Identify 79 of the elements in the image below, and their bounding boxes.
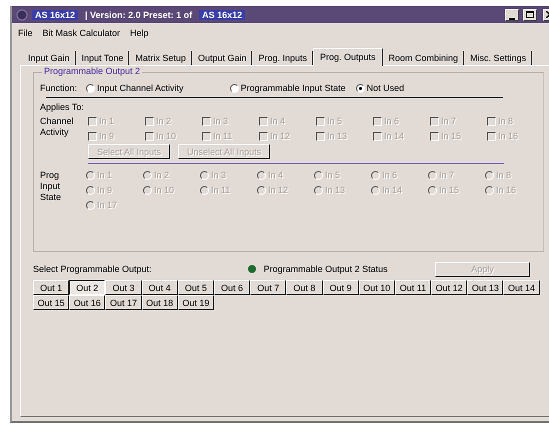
option-label: In 13 bbox=[327, 131, 348, 141]
output-button[interactable]: Out 14 bbox=[503, 280, 540, 295]
option-label: In 14 bbox=[382, 185, 402, 195]
group-title: Programmable Output 2 bbox=[42, 66, 142, 76]
option-label: In 8 bbox=[498, 116, 514, 126]
radio-button[interactable] bbox=[356, 84, 365, 92]
output-button[interactable]: Out 12 bbox=[431, 280, 468, 295]
option-label: In 10 bbox=[156, 131, 176, 141]
option-label: Programmable Input State bbox=[240, 83, 346, 93]
option-label: In 3 bbox=[211, 170, 226, 180]
output-button[interactable]: Out 9 bbox=[322, 280, 359, 295]
option-label: In 4 bbox=[268, 170, 284, 180]
option-label: In 8 bbox=[496, 170, 512, 180]
select-output-label: Select Programmable Output: bbox=[33, 264, 152, 274]
option-label: In 16 bbox=[498, 131, 518, 141]
option-label: In 4 bbox=[270, 116, 286, 126]
maximize-icon bbox=[526, 11, 534, 18]
maximize-button[interactable] bbox=[523, 8, 537, 20]
output-button[interactable]: Out 7 bbox=[250, 280, 286, 295]
option-label: Not Used bbox=[366, 83, 404, 93]
option-label: In 7 bbox=[441, 116, 456, 126]
option-label: In 12 bbox=[268, 185, 288, 195]
output-button[interactable]: Out 13 bbox=[467, 280, 504, 295]
output-button[interactable]: Out 10 bbox=[358, 280, 395, 295]
output-button[interactable]: Out 4 bbox=[142, 280, 178, 295]
option-label: In 1 bbox=[99, 116, 114, 126]
option-label: In 2 bbox=[154, 170, 170, 180]
minimize-icon bbox=[509, 16, 515, 20]
radio-button[interactable] bbox=[230, 84, 239, 92]
option-label: In 15 bbox=[441, 131, 462, 141]
option-label: In 17 bbox=[97, 200, 118, 210]
section-label: Channel Activity bbox=[40, 116, 74, 139]
window-title: AS 16x12 bbox=[32, 10, 78, 20]
option-label: In 2 bbox=[156, 116, 172, 126]
output-button[interactable]: Out 15 bbox=[33, 295, 70, 310]
option-label: In 11 bbox=[211, 185, 230, 195]
option-label: In 9 bbox=[97, 185, 112, 195]
option-label: In 15 bbox=[439, 185, 460, 195]
option-label: In 14 bbox=[384, 131, 404, 141]
window-title: | Version: 2.0 Preset: 1 of bbox=[84, 10, 194, 20]
option-label: In 3 bbox=[213, 116, 228, 126]
output-button[interactable]: Out 17 bbox=[105, 295, 142, 310]
output-button[interactable]: Out 1 bbox=[33, 280, 70, 295]
tab[interactable]: Room Combining bbox=[382, 51, 464, 65]
option-label: In 5 bbox=[327, 116, 342, 126]
tab[interactable]: Prog. Outputs bbox=[313, 48, 383, 66]
output-button[interactable]: Out 11 bbox=[394, 280, 432, 295]
option-label: In 10 bbox=[154, 185, 174, 195]
output-button[interactable]: Out 8 bbox=[286, 280, 322, 295]
menu-item[interactable]: File bbox=[18, 28, 33, 38]
tab[interactable]: Input Tone bbox=[76, 51, 130, 65]
option-label: In 16 bbox=[496, 185, 516, 195]
option-label: In 6 bbox=[382, 170, 398, 180]
status-label: Programmable Output 2 Status bbox=[264, 264, 388, 274]
radio-button[interactable] bbox=[86, 84, 95, 92]
section-label: Applies To: bbox=[40, 102, 84, 112]
option-label: In 11 bbox=[213, 131, 232, 141]
option-label: In 5 bbox=[325, 170, 340, 180]
option-label: In 12 bbox=[270, 131, 290, 141]
option-label: In 1 bbox=[97, 170, 112, 180]
output-button[interactable]: Out 18 bbox=[142, 295, 178, 310]
app-logo-icon bbox=[16, 8, 28, 20]
function-label: Function: bbox=[40, 83, 78, 93]
menu-item[interactable]: Bit Mask Calculator bbox=[42, 28, 120, 38]
output-button[interactable]: Out 5 bbox=[178, 280, 214, 295]
option-label: In 7 bbox=[439, 170, 454, 180]
output-button[interactable]: Out 16 bbox=[69, 295, 106, 310]
output-button[interactable]: Out 19 bbox=[178, 295, 214, 310]
minimize-button[interactable] bbox=[505, 8, 519, 20]
option-label: In 13 bbox=[325, 185, 346, 195]
section-label: Prog Input State bbox=[40, 170, 62, 204]
output-button[interactable]: Out 6 bbox=[214, 280, 250, 295]
option-label: In 9 bbox=[99, 131, 114, 141]
window-title: AS 16x12 bbox=[199, 10, 246, 20]
output-button[interactable]: Out 2 bbox=[69, 280, 106, 295]
option-label: In 6 bbox=[384, 116, 400, 126]
option-label: Input Channel Activity bbox=[97, 83, 184, 93]
output-button[interactable]: Out 3 bbox=[105, 280, 142, 295]
menu-item[interactable]: Help bbox=[130, 28, 149, 38]
